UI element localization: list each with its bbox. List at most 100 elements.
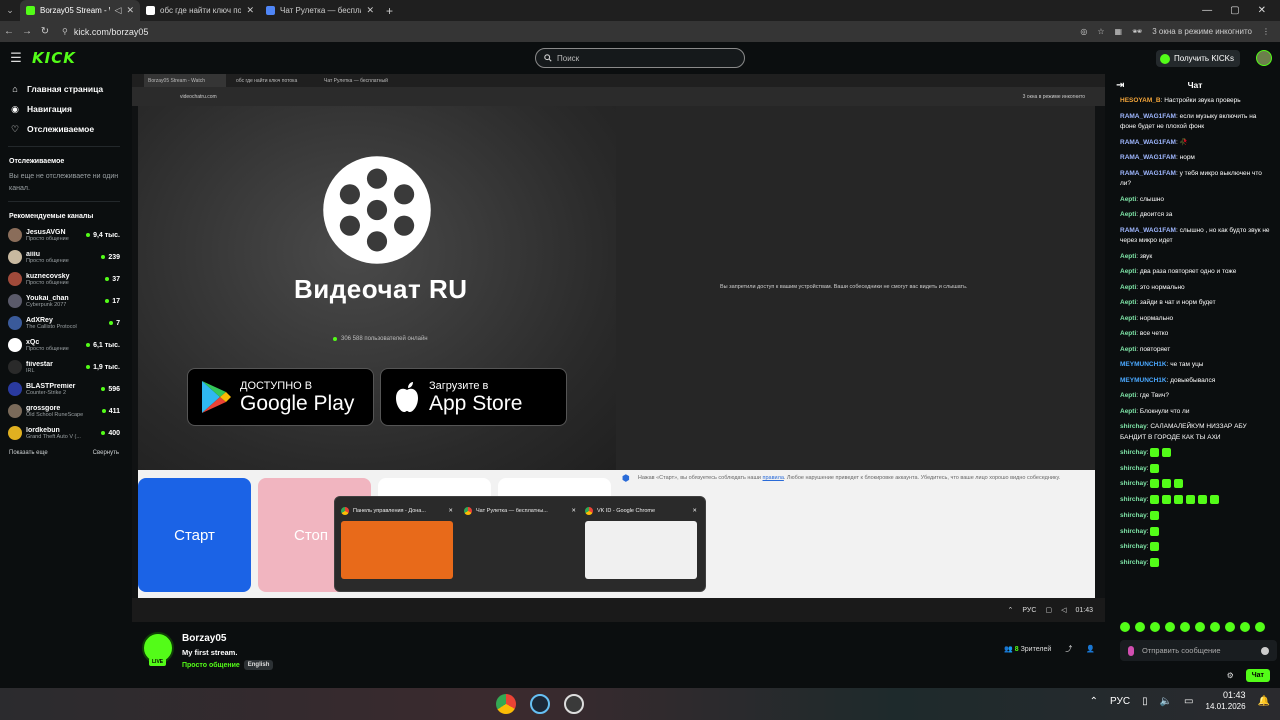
chat-username[interactable]: Aepti [1120,315,1136,322]
close-tab-icon[interactable]: ✕ [366,5,374,16]
video-player[interactable]: Borzay05 Stream - Watch обс где найти кл… [132,74,1105,622]
chat-username[interactable]: Aepti [1120,346,1136,353]
browser-tab[interactable]: обс где найти ключ потока ✕ [140,0,260,21]
emote-icon[interactable] [1255,622,1265,632]
mute-icon[interactable]: ◁ [115,5,122,16]
chat-username[interactable]: RAMA_WAG1FAM [1120,139,1176,146]
user-avatar[interactable] [1256,50,1272,66]
chat-send-button[interactable]: Чат [1245,668,1270,682]
chat-username[interactable]: Aepti [1120,268,1136,275]
recommended-channel[interactable]: AdXRey The Callisto Protocol 7 [0,312,128,334]
chat-username[interactable]: shirchay [1120,496,1147,503]
chat-username[interactable]: shirchay [1120,544,1147,551]
recommended-channel[interactable]: xQc Просто общение 6,1 тыс. [0,334,128,356]
recommended-channel[interactable]: aiiiu Просто общение 239 [0,246,128,268]
reload-icon[interactable]: ↻ [36,26,54,37]
emote-icon[interactable] [1225,622,1235,632]
chat-username[interactable]: Aepti [1120,392,1136,399]
chat-username[interactable]: shirchay [1120,512,1147,519]
emote-icon[interactable] [1150,622,1160,632]
recommended-channel[interactable]: fiivestar IRL 1,9 тыс. [0,356,128,378]
recommended-channel[interactable]: kuznecovsky Просто общение 37 [0,268,128,290]
chat-username[interactable]: shirchay [1120,423,1147,430]
chat-input[interactable]: Отправить сообщение [1120,640,1277,661]
forward-icon[interactable]: → [18,26,36,37]
emoji-icon[interactable] [1261,646,1269,655]
chat-username[interactable]: Aepti [1120,330,1136,337]
chat-username[interactable]: shirchay [1120,528,1147,535]
emote-icon[interactable] [1210,622,1220,632]
switcher-window[interactable]: VK ID - Google Chrome ✕ [585,505,697,587]
switcher-window[interactable]: Панель управления - Дона... ✕ [341,505,453,587]
start-button[interactable]: Старт [138,478,251,592]
emote-icon[interactable] [1240,622,1250,632]
emote-icon[interactable] [1135,622,1145,632]
url-field[interactable]: ⚲ kick.com/borzay05 [62,27,148,37]
follow-icon[interactable]: 👤 [1086,645,1095,653]
recommended-channel[interactable]: BLASTPremier Counter-Strike 2 596 [0,378,128,400]
chat-username[interactable]: shirchay [1120,465,1147,472]
steam-icon[interactable] [530,694,550,714]
browser-tab[interactable]: Чат Рулетка — бесплатный ✕ [260,0,380,21]
search-input[interactable]: Поиск [535,48,745,68]
emote-icon[interactable] [1120,622,1130,632]
category-link[interactable]: Просто общение [182,662,240,669]
browser-tab[interactable]: Borzay05 Stream - Watch ◁ ✕ [20,0,140,21]
recommended-channel[interactable]: grossgore Old School RuneScape 411 [0,400,128,422]
emote-icon[interactable] [1165,622,1175,632]
volume-icon[interactable]: 🔈 [1160,696,1172,707]
chat-username[interactable]: RAMA_WAG1FAM [1120,154,1176,161]
microphone-icon[interactable] [1128,645,1134,656]
wifi-icon[interactable]: ▯ [1142,696,1148,707]
new-tab-button[interactable]: + [380,4,399,18]
get-kicks-button[interactable]: Получить KICKs [1155,50,1240,67]
bookmark-star-icon[interactable]: ☆ [1097,27,1104,36]
menu-icon[interactable]: ☰ [0,50,32,66]
tab-list-button[interactable]: ⌄ [0,0,20,21]
close-icon[interactable]: ✕ [692,508,697,514]
recommended-channel[interactable]: lordkebun Grand Theft Auto V (... 400 [0,422,128,444]
chat-username[interactable]: shirchay [1120,559,1147,566]
close-icon[interactable]: ✕ [448,508,453,514]
chat-username[interactable]: MEYMUNCH1K [1120,361,1167,368]
language-tag[interactable]: English [243,660,274,670]
chat-username[interactable]: Aepti [1120,408,1136,415]
notifications-icon[interactable]: 🔔 [1258,696,1270,707]
app-store-button[interactable]: Загрузите в App Store [380,368,567,426]
close-icon[interactable]: ✕ [571,508,576,514]
streamer-name[interactable]: Borzay05 [182,633,226,644]
chat-username[interactable]: HESOYAM_B [1120,97,1161,104]
tray-chevron-icon[interactable]: ⌃ [1090,696,1098,707]
clock[interactable]: 01:43 14.01.2026 [1206,690,1246,712]
sidebar-nav-item[interactable]: ◉ Навигация [0,99,128,119]
chrome-icon[interactable] [496,694,516,714]
extensions-icon[interactable]: ▦ [1115,27,1123,36]
menu-dots-icon[interactable]: ⋮ [1262,27,1270,36]
chat-username[interactable]: Aepti [1120,284,1136,291]
maximize-icon[interactable]: ▢ [1230,5,1239,16]
chat-username[interactable]: MEYMUNCH1K [1120,377,1167,384]
chat-settings-icon[interactable]: ⚙ [1227,671,1234,680]
rules-link[interactable]: правила [763,475,784,481]
close-tab-icon[interactable]: ✕ [246,5,254,16]
incognito-label[interactable]: 3 окна в режиме инкогнито [1152,27,1252,36]
chat-username[interactable]: shirchay [1120,481,1147,488]
sidebar-nav-item[interactable]: ⌂ Главная страница [0,79,128,99]
battery-icon[interactable]: ▭ [1184,696,1193,707]
collapse-link[interactable]: Свернуть [93,450,119,456]
chat-username[interactable]: RAMA_WAG1FAM [1120,170,1176,177]
chat-username[interactable]: Aepti [1120,211,1136,218]
chat-username[interactable]: Aepti [1120,196,1136,203]
site-info-icon[interactable]: ⚲ [62,27,68,36]
emote-icon[interactable] [1180,622,1190,632]
emote-icon[interactable] [1195,622,1205,632]
kick-logo[interactable]: KICK [32,49,76,67]
chat-username[interactable]: shirchay [1120,449,1147,456]
chat-username[interactable]: Aepti [1120,299,1136,306]
google-play-button[interactable]: ДОСТУПНО В Google Play [187,368,374,426]
eye-off-icon[interactable]: ◎ [1080,27,1087,36]
minimize-icon[interactable]: — [1202,5,1212,16]
close-window-icon[interactable]: ✕ [1258,5,1266,16]
switcher-window[interactable]: Чат Рулетка — бесплатны... ✕ [464,505,576,587]
language-indicator[interactable]: РУС [1110,696,1130,707]
